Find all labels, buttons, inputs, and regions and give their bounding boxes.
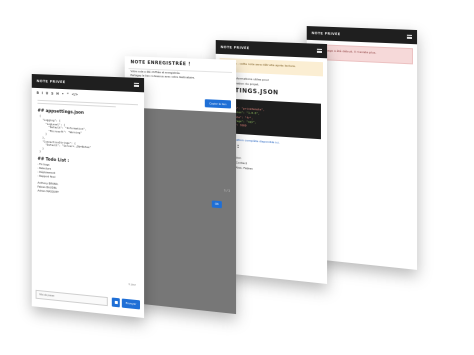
hamburger-menu-icon[interactable] bbox=[134, 83, 139, 88]
submit-lock-button[interactable] bbox=[112, 297, 120, 307]
password-input[interactable] bbox=[36, 290, 108, 306]
bullet-list-icon[interactable]: • bbox=[62, 92, 64, 96]
note-editor-panel: NOTE PRIVEE B I U S H • “ </> ## appsett… bbox=[32, 74, 144, 318]
code-block: { "name": "privatenote", "version": "1.0… bbox=[221, 98, 320, 139]
copy-link-button[interactable]: Copier le lien bbox=[205, 99, 231, 108]
pager-label: 1 / 1 bbox=[224, 189, 230, 192]
hamburger-menu-icon[interactable] bbox=[317, 49, 322, 54]
strikethrough-icon[interactable]: S bbox=[51, 92, 53, 96]
app-header: NOTE PRIVEE bbox=[307, 26, 417, 44]
app-title: NOTE PRIVEE bbox=[312, 31, 341, 36]
app-title: NOTE PRIVEE bbox=[37, 79, 66, 84]
italic-icon[interactable]: I bbox=[42, 91, 43, 95]
app-header: NOTE PRIVEE bbox=[216, 40, 327, 58]
lock-icon bbox=[114, 301, 117, 304]
code-icon[interactable]: </> bbox=[72, 92, 78, 96]
heading-icon[interactable]: H bbox=[56, 92, 59, 96]
send-button[interactable]: OK bbox=[212, 200, 222, 208]
send-button[interactable]: Envoyer bbox=[122, 299, 140, 310]
quote-icon[interactable]: “ bbox=[67, 92, 69, 96]
bold-icon[interactable]: B bbox=[37, 91, 39, 95]
app-title: NOTE PRIVEE bbox=[221, 45, 250, 50]
hamburger-menu-icon[interactable] bbox=[407, 35, 412, 40]
code-text[interactable]: { "Logging": { "LogLevel": { "Default": … bbox=[32, 115, 144, 161]
expire-select[interactable]: 1 jour bbox=[128, 283, 136, 287]
underline-icon[interactable]: U bbox=[46, 91, 48, 95]
